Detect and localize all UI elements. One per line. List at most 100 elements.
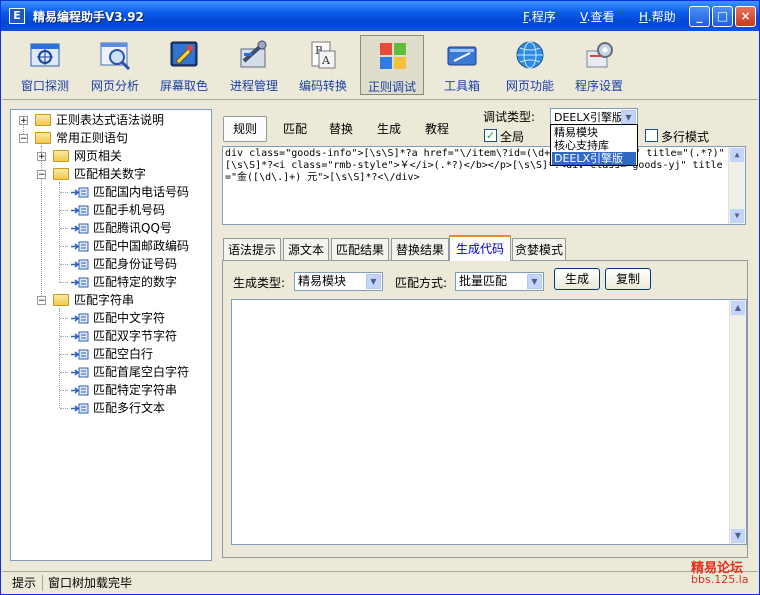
collapse-icon[interactable]: − — [37, 296, 46, 306]
tree-line — [60, 282, 68, 283]
expand-icon[interactable]: + — [37, 152, 46, 162]
status-hint: 提示 — [12, 576, 37, 590]
tree-line — [59, 182, 60, 282]
settings-icon — [586, 42, 613, 68]
maximize-button[interactable]: □ — [712, 6, 733, 27]
chevron-down-icon[interactable]: ▼ — [366, 274, 381, 289]
tree-line — [60, 336, 68, 337]
tab-tutorial[interactable]: 教程 — [415, 118, 459, 140]
gen-type-select[interactable]: 精易模块 ▼ — [294, 272, 383, 291]
expand-icon[interactable]: + — [19, 116, 28, 126]
minimize-button[interactable]: _ — [689, 6, 710, 27]
tab-replace-result[interactable]: 替换结果 — [391, 238, 449, 260]
tab-greedy-mode[interactable]: 贪婪模式 — [512, 238, 566, 260]
option-core-library[interactable]: 核心支持库 — [552, 139, 636, 152]
debug-type-label: 调试类型: — [483, 110, 536, 124]
copy-button[interactable]: 复制 — [605, 268, 651, 290]
folder-open-icon — [35, 132, 51, 144]
tab-syntax-hint[interactable]: 语法提示 — [223, 238, 281, 260]
collapse-icon[interactable]: − — [19, 134, 28, 144]
forum-url-watermark: bbs.125.la — [691, 573, 749, 586]
tool-color-picker[interactable]: 屏幕取色 — [152, 35, 216, 95]
regex-item-icon — [71, 403, 89, 414]
tab-replace[interactable]: 替换 — [319, 118, 363, 140]
chevron-down-icon[interactable]: ▼ — [621, 110, 636, 125]
tree-line — [60, 228, 68, 229]
tree-line — [60, 264, 68, 265]
regex-item-icon — [71, 259, 89, 270]
status-message: 窗口树加载完毕 — [48, 576, 133, 590]
tree-line — [60, 354, 68, 355]
vertical-scrollbar[interactable]: ▲ ▼ — [728, 147, 745, 224]
tab-match-result[interactable]: 匹配结果 — [331, 238, 389, 260]
process-manager-icon — [240, 40, 267, 68]
app-icon: E — [9, 8, 25, 24]
folder-icon — [53, 150, 69, 162]
scroll-up-icon[interactable]: ▲ — [731, 301, 745, 315]
folder-icon — [35, 114, 51, 126]
chevron-down-icon[interactable]: ▼ — [527, 274, 542, 289]
option-deelx[interactable]: DEELX引擎版 — [552, 152, 636, 165]
tree-line — [59, 308, 60, 408]
tool-settings[interactable]: 程序设置 — [567, 35, 631, 95]
tool-encoding-convert[interactable]: BA 编码转换 — [291, 35, 355, 95]
app-title: 精易编程助手V3.92 — [33, 10, 144, 24]
tool-web-function[interactable]: 网页功能 — [498, 35, 562, 95]
web-analysis-icon — [100, 42, 131, 71]
match-mode-label: 匹配方式: — [395, 276, 448, 290]
tool-regex-debug[interactable]: 正则调试 — [360, 35, 424, 95]
regex-item-icon — [71, 331, 89, 342]
tree-line — [60, 210, 68, 211]
regex-item-icon — [71, 205, 89, 216]
tab-generate[interactable]: 生成 — [367, 118, 411, 140]
menu-view[interactable]: V.查看 — [580, 8, 615, 25]
multiline-label: 多行模式 — [661, 130, 710, 144]
tree-line — [60, 318, 68, 319]
option-jingyi-module[interactable]: 精易模块 — [552, 126, 636, 139]
regex-item-icon — [71, 241, 89, 252]
vertical-scrollbar[interactable]: ▲ ▼ — [729, 300, 746, 544]
snippet-tree[interactable]: + 正则表达式语法说明 − 常用正则语句 + 网页相关 − 匹配相关数字 匹配国… — [10, 109, 212, 561]
regex-item-icon — [71, 223, 89, 234]
folder-open-icon — [53, 168, 69, 180]
collapse-icon[interactable]: − — [37, 170, 46, 180]
tab-match[interactable]: 匹配 — [273, 118, 317, 140]
scroll-up-icon[interactable]: ▲ — [730, 148, 744, 162]
generate-button[interactable]: 生成 — [554, 268, 600, 290]
close-button[interactable]: × — [735, 6, 756, 27]
folder-open-icon — [53, 294, 69, 306]
tab-source-text[interactable]: 源文本 — [283, 238, 329, 260]
global-checkbox[interactable]: ✓ — [484, 129, 497, 142]
regex-debug-icon — [380, 43, 406, 69]
tool-window-probe[interactable]: 窗口探测 — [13, 35, 77, 95]
generated-code-output[interactable]: ▲ ▼ — [231, 299, 747, 545]
tool-web-analysis[interactable]: 网页分析 — [83, 35, 147, 95]
menu-program[interactable]: F.程序 — [523, 8, 556, 25]
tool-process-manager[interactable]: 进程管理 — [222, 35, 286, 95]
tool-toolbox[interactable]: 工具箱 — [430, 35, 494, 95]
regex-item-icon — [71, 367, 89, 378]
encoding-convert-icon: BA — [311, 41, 336, 69]
main-window: E 精易编程助手V3.92 F.程序 V.查看 H.帮助 _ □ × 窗口探测 … — [0, 0, 760, 595]
debug-type-dropdown[interactable]: 精易模块 核心支持库 DEELX引擎版 — [550, 124, 638, 166]
tree-line — [60, 372, 68, 373]
match-mode-select[interactable]: 批量匹配 ▼ — [455, 272, 544, 291]
regex-input[interactable]: div class="goods-info">[\s\S]*?a href="\… — [222, 146, 746, 225]
tab-rule[interactable]: 规则 — [223, 116, 267, 142]
tree-line — [60, 408, 68, 409]
status-divider — [42, 575, 43, 591]
tab-generate-code[interactable]: 生成代码 — [449, 235, 511, 261]
toolbar: 窗口探测 网页分析 屏幕取色 进程管理 BA 编码转换 正则调试 工具箱 网页功 — [2, 31, 758, 100]
regex-item-icon — [71, 187, 89, 198]
multiline-checkbox[interactable] — [645, 129, 658, 142]
global-label: 全局 — [500, 130, 525, 144]
tree-line — [60, 390, 68, 391]
menu-help[interactable]: H.帮助 — [639, 8, 676, 25]
scroll-down-icon[interactable]: ▼ — [730, 209, 744, 223]
regex-item-icon — [71, 277, 89, 288]
status-bar: 提示 窗口树加载完毕 — [2, 571, 758, 594]
regex-item-icon — [71, 385, 89, 396]
title-bar[interactable]: E 精易编程助手V3.92 F.程序 V.查看 H.帮助 _ □ × — [1, 1, 759, 31]
gen-type-label: 生成类型: — [233, 276, 286, 290]
scroll-down-icon[interactable]: ▼ — [731, 529, 745, 543]
